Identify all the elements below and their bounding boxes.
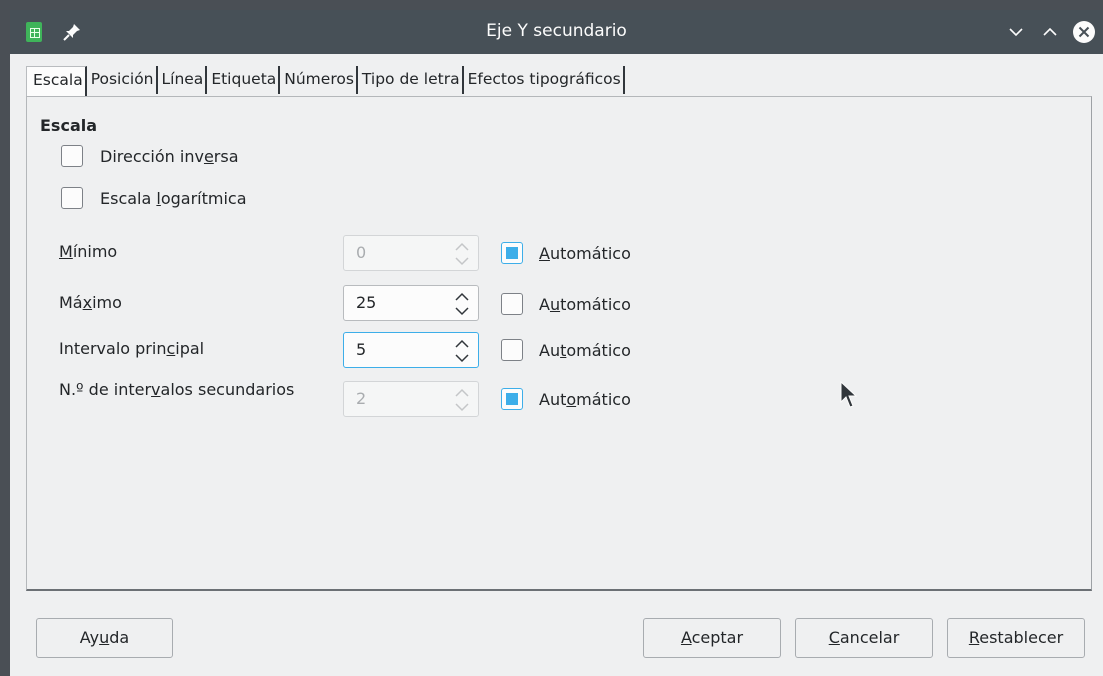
major-interval-auto-row[interactable]: Automático: [501, 338, 631, 362]
major-interval-value: 5: [356, 340, 367, 359]
spin-arrows-icon[interactable]: [454, 241, 470, 267]
maximum-auto-checkbox[interactable]: [501, 293, 523, 315]
major-interval-label: Intervalo principal: [59, 339, 205, 358]
cancel-button[interactable]: Cancelar: [795, 618, 933, 658]
chevron-down-icon[interactable]: [1004, 20, 1028, 44]
window-title: Eje Y secundario: [486, 21, 627, 41]
chevron-up-icon[interactable]: [1038, 20, 1062, 44]
maximum-spinbox[interactable]: 25: [343, 285, 479, 321]
section-title: Escala: [40, 116, 98, 135]
reverse-direction-checkbox[interactable]: [61, 145, 83, 167]
dialog-window: Eje Y secundario Escala Posición Línea E…: [10, 10, 1103, 676]
minor-intervals-auto-checkbox[interactable]: [501, 388, 523, 410]
tab-tipo-de-letra[interactable]: Tipo de letra: [357, 66, 464, 94]
minor-intervals-auto-label: Automático: [539, 389, 631, 409]
log-scale-label: Escala logarítmica: [100, 188, 247, 208]
minor-intervals-auto-row[interactable]: Automático: [501, 387, 631, 411]
tab-linea[interactable]: Línea: [157, 66, 208, 94]
log-scale-checkbox[interactable]: [61, 187, 83, 209]
reset-button[interactable]: Restablecer: [947, 618, 1085, 658]
minimum-value: 0: [356, 243, 367, 262]
tab-etiqueta[interactable]: Etiqueta: [207, 66, 281, 94]
major-interval-auto-label: Automático: [539, 340, 631, 360]
tab-escala[interactable]: Escala: [26, 66, 87, 97]
spin-arrows-icon[interactable]: [454, 338, 470, 364]
tab-efectos-tipograficos[interactable]: Efectos tipográficos: [463, 66, 625, 94]
minimum-auto-row[interactable]: Automático: [501, 241, 631, 265]
maximum-label: Máximo: [59, 293, 122, 312]
maximum-auto-row[interactable]: Automático: [501, 292, 631, 316]
help-button[interactable]: Ayuda: [36, 618, 173, 658]
log-scale-row[interactable]: Escala logarítmica: [61, 186, 247, 210]
major-interval-auto-checkbox[interactable]: [501, 339, 523, 361]
title-bar[interactable]: Eje Y secundario: [10, 10, 1103, 54]
major-interval-spinbox[interactable]: 5: [343, 332, 479, 368]
minimum-label: Mínimo: [59, 242, 118, 261]
minor-intervals-label: N.º de intervalos secundarios: [59, 380, 295, 399]
minimum-auto-checkbox[interactable]: [501, 242, 523, 264]
minor-intervals-value: 2: [356, 389, 367, 408]
tab-posicion[interactable]: Posición: [86, 66, 158, 94]
maximum-value: 25: [356, 293, 377, 312]
scale-panel: Escala Dirección inversa Escala logarítm…: [26, 96, 1092, 591]
minor-intervals-spinbox[interactable]: 2: [343, 381, 479, 417]
close-icon[interactable]: [1072, 20, 1096, 44]
reverse-direction-row[interactable]: Dirección inversa: [61, 144, 239, 168]
spin-arrows-icon[interactable]: [454, 291, 470, 317]
ok-button[interactable]: Aceptar: [643, 618, 781, 658]
spin-arrows-icon[interactable]: [454, 387, 470, 413]
reverse-direction-label: Dirección inversa: [100, 146, 239, 166]
tab-numeros[interactable]: Números: [280, 66, 358, 94]
mouse-cursor-icon: [840, 380, 858, 408]
minimum-auto-label: Automático: [539, 243, 631, 263]
tab-bar: Escala Posición Línea Etiqueta Números T…: [26, 66, 625, 97]
minimum-spinbox[interactable]: 0: [343, 235, 479, 271]
maximum-auto-label: Automático: [539, 294, 631, 314]
